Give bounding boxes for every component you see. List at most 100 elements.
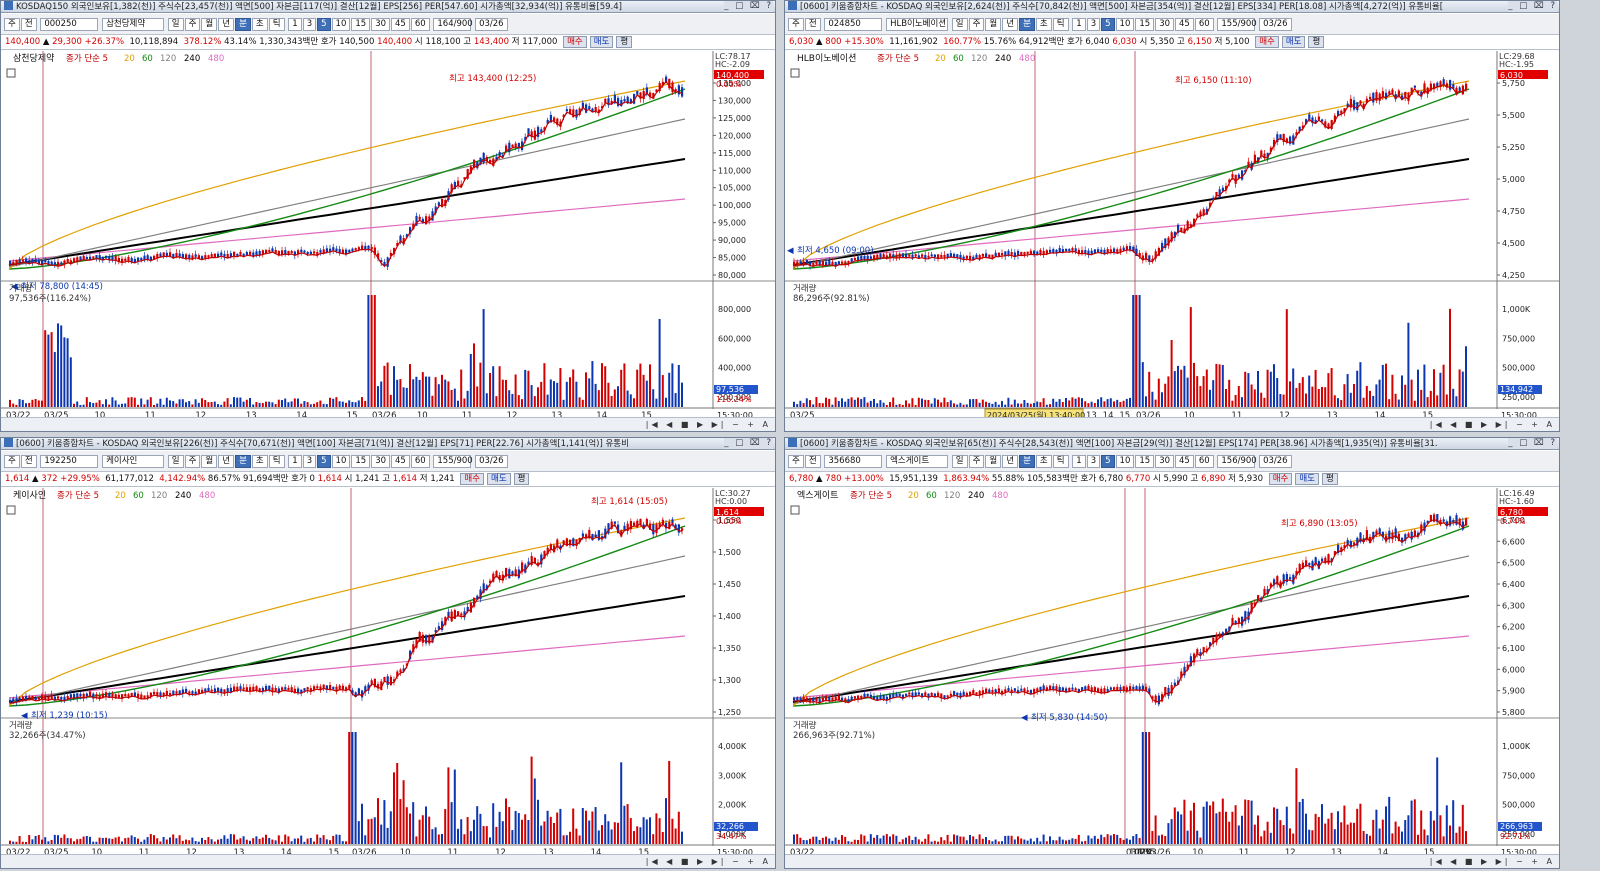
tab-minute[interactable]: 5 xyxy=(317,18,331,31)
tab-period[interactable]: 일 xyxy=(951,455,968,468)
tab-minute[interactable]: 30 xyxy=(1155,18,1175,31)
stock-name-field[interactable]: 케이사인 xyxy=(102,455,165,468)
tab-period[interactable]: 초 xyxy=(1035,18,1052,31)
prev-select[interactable]: 전 xyxy=(20,18,37,31)
tab-minute[interactable]: 45 xyxy=(1175,18,1194,31)
buy-button[interactable]: 매수 xyxy=(460,473,485,485)
tab-period[interactable]: 주 xyxy=(184,455,201,468)
tab-period[interactable]: 월 xyxy=(985,18,1002,31)
date-field[interactable]: 03/26 xyxy=(1259,455,1292,468)
tab-minute[interactable]: 3 xyxy=(1086,455,1101,468)
tab-period[interactable]: 초 xyxy=(251,455,268,468)
tab-minute[interactable]: 10 xyxy=(1115,18,1135,31)
sell-button[interactable]: 매도 xyxy=(1295,473,1319,485)
avg-button[interactable]: 평 xyxy=(616,36,633,48)
tab-minute[interactable]: 3 xyxy=(302,18,317,31)
type-select[interactable]: 주 xyxy=(4,18,20,31)
buy-button[interactable]: 매수 xyxy=(563,36,587,48)
tab-period[interactable]: 분 xyxy=(1019,18,1035,31)
price-chart-svg[interactable]: 엑스게이트 종가 단순 5 20 60 120 240 4806,7006,6006,500… xyxy=(785,488,1560,858)
tab-minute[interactable]: 1 xyxy=(1072,455,1086,468)
tab-period[interactable]: 년 xyxy=(218,18,235,31)
tab-minute[interactable]: 30 xyxy=(371,455,391,468)
sell-button[interactable]: 매도 xyxy=(1281,36,1306,48)
tab-minute[interactable]: 45 xyxy=(391,18,410,31)
tab-minute[interactable]: 45 xyxy=(391,455,410,468)
type-select[interactable]: 주 xyxy=(788,455,804,468)
chart-settings-icon[interactable] xyxy=(6,505,16,515)
chart-settings-icon[interactable] xyxy=(790,505,800,515)
tab-minute[interactable]: 60 xyxy=(1194,455,1214,468)
type-select[interactable]: 주 xyxy=(788,18,804,31)
tab-period[interactable]: 월 xyxy=(201,18,218,31)
bar-count-field[interactable]: 155/900 xyxy=(1217,18,1257,31)
price-chart-svg[interactable]: 케이사인 종가 단순 5 20 60 120 240 4801,5501,5001,4501… xyxy=(1,488,776,858)
window-controls[interactable]: _ □ ⌧ ? xyxy=(1508,1,1557,12)
buy-button[interactable]: 매수 xyxy=(1255,36,1279,48)
tab-period[interactable]: 주 xyxy=(968,455,985,468)
chart-settings-icon[interactable] xyxy=(790,68,800,78)
tab-minute[interactable]: 15 xyxy=(1135,455,1155,468)
bar-count-field[interactable]: 164/900 xyxy=(433,18,473,31)
stock-code-input[interactable]: 000250 xyxy=(40,18,99,31)
avg-button[interactable]: 평 xyxy=(1308,36,1325,48)
window-controls[interactable]: _ □ ⌧ ? xyxy=(724,1,773,12)
tab-period[interactable]: 틱 xyxy=(268,455,285,468)
chart-area[interactable]: 케이사인 종가 단순 5 20 60 120 240 480 1,550 1,500 1,450 1… xyxy=(1,488,776,858)
date-field[interactable]: 03/26 xyxy=(475,455,508,468)
tab-minute[interactable]: 60 xyxy=(410,18,430,31)
stock-code-input[interactable]: 192250 xyxy=(40,455,99,468)
tab-period[interactable]: 일 xyxy=(167,455,184,468)
tab-period[interactable]: 틱 xyxy=(1052,18,1069,31)
tab-minute[interactable]: 10 xyxy=(331,455,351,468)
tab-minute[interactable]: 45 xyxy=(1175,455,1194,468)
tab-minute[interactable]: 60 xyxy=(1194,18,1214,31)
chart-area[interactable]: 엑스게이트 종가 단순 5 20 60 120 240 480 6,700 6,600 6,500… xyxy=(785,488,1560,858)
tab-minute[interactable]: 30 xyxy=(371,18,391,31)
price-chart-svg[interactable]: HLB이노베이션 종가 단순 5 20 60 120 240 480 5,750 5,500 5,… xyxy=(785,51,1560,421)
tab-period[interactable]: 주 xyxy=(184,18,201,31)
bar-count-field[interactable]: 155/900 xyxy=(433,455,473,468)
scroll-controls[interactable]: |◀ ◀ ■ ▶ ▶| − + A xyxy=(1430,418,1555,431)
tab-minute[interactable]: 60 xyxy=(410,455,430,468)
tab-period[interactable]: 년 xyxy=(1002,18,1019,31)
tab-period[interactable]: 분 xyxy=(235,18,251,31)
tab-period[interactable]: 주 xyxy=(968,18,985,31)
date-field[interactable]: 03/26 xyxy=(475,18,508,31)
scroll-controls[interactable]: |◀ ◀ ■ ▶ ▶| − + A xyxy=(646,418,771,431)
tab-minute[interactable]: 15 xyxy=(1135,18,1155,31)
tab-minute[interactable]: 3 xyxy=(302,455,317,468)
tab-period[interactable]: 일 xyxy=(167,18,184,31)
price-chart-svg[interactable]: 삼천당제약 종가 단순 5 20 60 120 240 480135,000130,0001… xyxy=(1,51,776,421)
tab-minute[interactable]: 5 xyxy=(1101,455,1115,468)
tab-minute[interactable]: 30 xyxy=(1155,455,1175,468)
tab-minute[interactable]: 15 xyxy=(351,455,371,468)
tab-minute[interactable]: 1 xyxy=(288,455,302,468)
tab-period[interactable]: 틱 xyxy=(1052,455,1069,468)
stock-name-field[interactable]: HLB이노베이션 xyxy=(886,18,949,31)
stock-name-field[interactable]: 삼천당제약 xyxy=(102,18,165,31)
tab-period[interactable]: 분 xyxy=(235,455,251,468)
window-controls[interactable]: _ □ ⌧ ? xyxy=(724,438,773,449)
tab-minute[interactable]: 15 xyxy=(351,18,371,31)
type-select[interactable]: 주 xyxy=(4,455,20,468)
buy-button[interactable]: 매수 xyxy=(1268,473,1293,485)
tab-minute[interactable]: 10 xyxy=(1115,455,1135,468)
tab-period[interactable]: 분 xyxy=(1019,455,1035,468)
date-field[interactable]: 03/26 xyxy=(1259,18,1292,31)
tab-minute[interactable]: 5 xyxy=(317,455,331,468)
scroll-controls[interactable]: |◀ ◀ ■ ▶ ▶| − + A xyxy=(1430,855,1555,868)
prev-select[interactable]: 전 xyxy=(20,455,37,468)
chart-area[interactable]: HLB이노베이션 종가 단순 5 20 60 120 240 480 5,750 5,500 5,… xyxy=(785,51,1560,421)
tab-minute[interactable]: 10 xyxy=(331,18,351,31)
tab-period[interactable]: 월 xyxy=(985,455,1002,468)
tab-minute[interactable]: 3 xyxy=(1086,18,1101,31)
avg-button[interactable]: 평 xyxy=(513,473,530,485)
stock-name-field[interactable]: 엑스게이트 xyxy=(886,455,949,468)
stock-code-input[interactable]: 024850 xyxy=(824,18,883,31)
tab-period[interactable]: 초 xyxy=(251,18,268,31)
window-controls[interactable]: _ □ ⌧ ? xyxy=(1508,438,1557,449)
chart-settings-icon[interactable] xyxy=(6,68,16,78)
tab-minute[interactable]: 5 xyxy=(1101,18,1115,31)
stock-code-input[interactable]: 356680 xyxy=(824,455,883,468)
